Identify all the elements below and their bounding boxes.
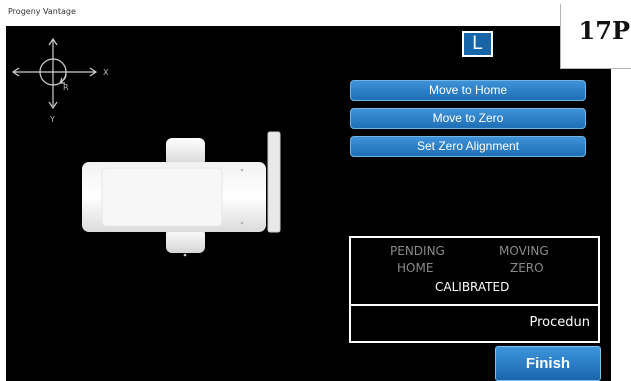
badge-label: 17P bbox=[578, 16, 630, 45]
procedure-panel: Procedun bbox=[349, 304, 600, 343]
side-select-button[interactable]: L bbox=[462, 31, 493, 57]
procedure-label: Procedun bbox=[529, 315, 591, 330]
app-window: Progeny Vantage X Y R 17P L Move to Home… bbox=[0, 0, 631, 381]
status-calibrated: CALIBRATED bbox=[435, 280, 510, 294]
set-zero-alignment-button[interactable]: Set Zero Alignment bbox=[350, 136, 586, 157]
axis-r-label: R bbox=[63, 83, 69, 92]
procedure-badge: 17P bbox=[560, 4, 631, 69]
finish-button[interactable]: Finish bbox=[495, 346, 601, 381]
device-model-image bbox=[82, 131, 281, 257]
status-moving: MOVING bbox=[499, 244, 549, 258]
axis-y-label: Y bbox=[49, 115, 55, 124]
status-home: HOME bbox=[397, 261, 434, 275]
status-panel: PENDING MOVING HOME ZERO CALIBRATED bbox=[349, 236, 600, 306]
window-title: Progeny Vantage bbox=[8, 7, 76, 16]
status-pending: PENDING bbox=[390, 244, 445, 258]
move-to-home-button[interactable]: Move to Home bbox=[350, 80, 586, 101]
axis-x-label: X bbox=[103, 68, 109, 77]
move-to-zero-button[interactable]: Move to Zero bbox=[350, 108, 586, 129]
status-zero: ZERO bbox=[510, 261, 544, 275]
axis-orientation-icon: X Y R bbox=[11, 37, 109, 124]
title-bar: Progeny Vantage bbox=[0, 0, 631, 26]
